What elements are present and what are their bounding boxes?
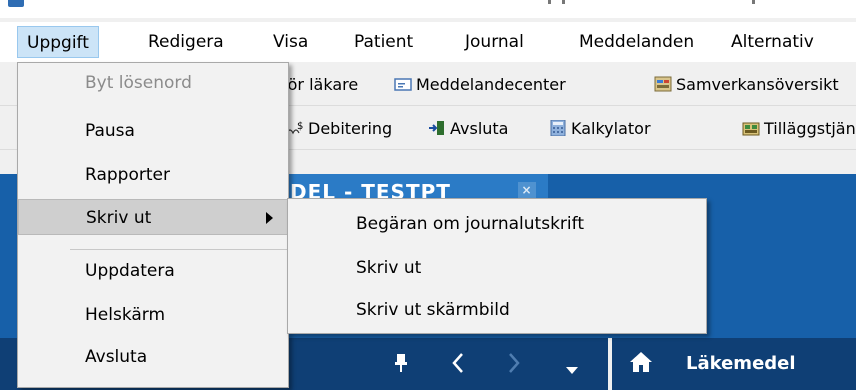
menu-visa[interactable]: Visa [264,26,317,58]
menu-item-fullscreen[interactable]: Helskärm [18,297,288,333]
toolbar-button-billing[interactable]: $ Debitering [286,116,392,140]
menu-meddelanden[interactable]: Meddelanden [570,26,703,58]
calculator-icon [549,119,567,137]
submenu-arrow-icon [266,212,273,224]
divider [608,338,612,390]
menu-item-change-password: Byt lösenord [85,73,192,93]
home-label[interactable]: Läkemedel [686,352,796,376]
title-bar [0,0,856,18]
menu-item-print[interactable]: Skriv ut [18,199,288,235]
menu-item-pause[interactable]: Pausa [18,113,288,149]
toolbar-button-doctor[interactable]: för läkare [282,72,358,96]
menu-alternativ[interactable]: Alternativ [722,26,823,58]
toolbar-label: Avsluta [450,118,509,138]
message-center-icon [394,76,412,92]
menu-separator [70,249,288,250]
back-icon[interactable] [450,351,466,381]
pin-icon[interactable] [394,352,408,380]
svg-text:$: $ [297,121,303,132]
forward-icon[interactable] [506,351,522,381]
toolbar-label: Kalkylator [571,118,651,138]
toolbar-label: Debitering [308,118,393,138]
toolbar-label: Meddelandecenter [416,74,566,94]
title-mark [562,0,565,4]
app-icon [8,0,24,7]
toolbar-button-calculator[interactable]: Kalkylator [549,116,651,140]
collaboration-icon [654,76,672,92]
menu-item-reports[interactable]: Rapporter [18,157,288,193]
menu-item-exit[interactable]: Avsluta [18,339,288,375]
menu-bar: Uppgift Redigera Visa Patient Journal Me… [0,22,856,62]
submenu-item-print-screen[interactable]: Skriv ut skärmbild [288,289,706,331]
submenu-item-journal-printout[interactable]: Begäran om journalutskrift [288,203,706,245]
toolbar-label: för läkare [282,74,359,94]
menu-redigera[interactable]: Redigera [139,26,233,58]
toolbar-button-collaboration[interactable]: Samverkansöversikt [654,72,839,96]
toolbar-label: Tilläggstjänster [764,118,856,138]
exit-icon [428,120,446,136]
print-submenu: Begäran om journalutskrift Skriv ut Skri… [287,198,707,334]
menu-uppgift[interactable]: Uppgift [17,26,99,58]
title-mark [752,0,755,4]
toolbar-button-addons[interactable]: Tilläggstjänster [742,116,856,140]
menu-journal[interactable]: Journal [456,26,533,58]
toolbar-button-exit[interactable]: Avsluta [428,116,508,140]
menu-item-label: Skriv ut [86,208,152,228]
toolbar-label: Samverkansöversikt [676,74,839,94]
close-icon[interactable]: × [518,182,536,198]
home-icon[interactable] [628,350,654,380]
menu-item-refresh[interactable]: Uppdatera [18,253,288,289]
uppgift-dropdown-menu: Byt lösenord Pausa Rapporter Skriv ut Up… [17,62,289,388]
menu-patient[interactable]: Patient [345,26,422,58]
addons-icon [742,120,760,136]
title-mark [548,0,551,4]
chevron-down-icon[interactable] [565,358,579,382]
submenu-item-print[interactable]: Skriv ut [288,247,706,289]
toolbar-button-message-center[interactable]: Meddelandecenter [394,72,566,96]
